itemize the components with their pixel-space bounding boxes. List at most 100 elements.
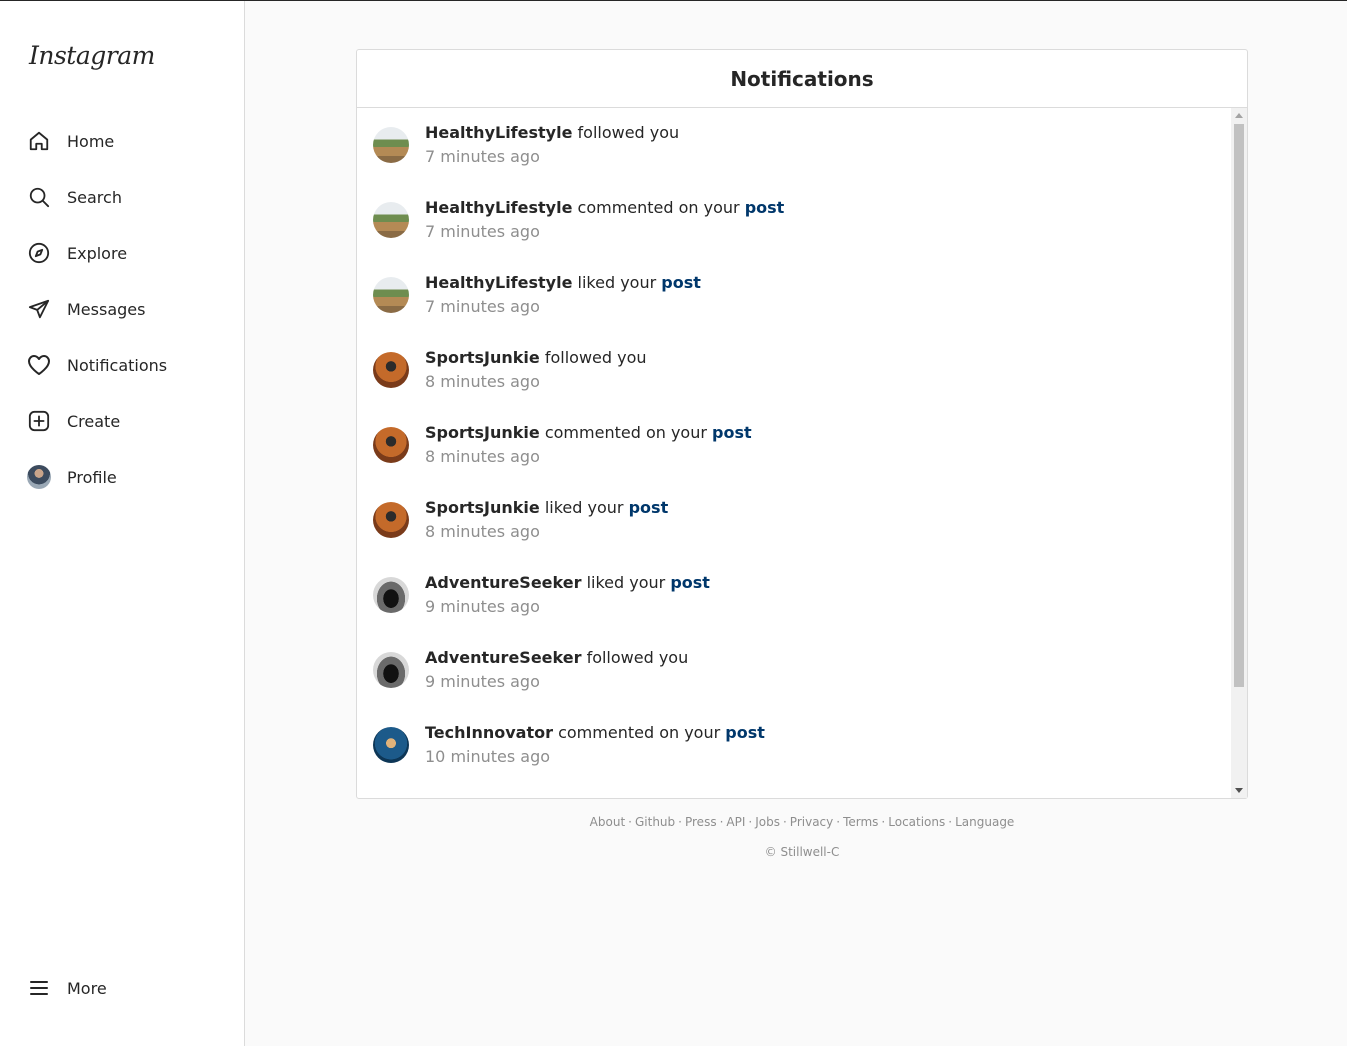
- username-link[interactable]: AdventureSeeker: [425, 648, 581, 667]
- notification-action: liked your: [577, 273, 657, 292]
- notification-time: 9 minutes ago: [425, 597, 540, 616]
- footer-link-github[interactable]: Github: [635, 815, 675, 829]
- footer-link-press[interactable]: Press: [685, 815, 717, 829]
- sidebar: Instagram Home Search Explore Messages N…: [0, 1, 245, 1046]
- post-link[interactable]: post: [670, 573, 710, 592]
- notification-action: commented on your: [544, 423, 707, 442]
- list-item[interactable]: HealthyLifestyle liked your post 7 minut…: [373, 265, 1223, 325]
- sidebar-item-explore[interactable]: Explore: [0, 225, 244, 281]
- username-link[interactable]: HealthyLifestyle: [425, 123, 572, 142]
- footer-separator: ·: [719, 815, 724, 829]
- footer-link-locations[interactable]: Locations: [888, 815, 945, 829]
- notification-time: 8 minutes ago: [425, 372, 540, 391]
- username-link[interactable]: SportsJunkie: [425, 423, 540, 442]
- notification-time: 8 minutes ago: [425, 447, 540, 466]
- username-link[interactable]: HealthyLifestyle: [425, 273, 572, 292]
- notification-text: SportsJunkie followed you: [425, 346, 647, 370]
- username-link[interactable]: SportsJunkie: [425, 348, 540, 367]
- notification-action: liked your: [586, 573, 666, 592]
- post-link[interactable]: post: [712, 423, 752, 442]
- list-item[interactable]: AdventureSeeker followed you 9 minutes a…: [373, 640, 1223, 700]
- notification-action: followed you: [577, 123, 680, 142]
- avatar[interactable]: [373, 652, 409, 688]
- avatar: [27, 465, 51, 489]
- avatar[interactable]: [373, 127, 409, 163]
- list-item[interactable]: SportsJunkie followed you 8 minutes ago: [373, 340, 1223, 400]
- sidebar-item-create[interactable]: Create: [0, 393, 244, 449]
- instagram-logo[interactable]: Instagram: [29, 41, 155, 70]
- notification-time: 7 minutes ago: [425, 147, 540, 166]
- list-item[interactable]: AdventureSeeker liked your post 9 minute…: [373, 565, 1223, 625]
- notification-action: followed you: [586, 648, 689, 667]
- notification-time: 10 minutes ago: [425, 747, 551, 766]
- notifications-card: Notifications HealthyLifestyle followed …: [356, 49, 1248, 799]
- avatar[interactable]: [373, 277, 409, 313]
- username-link[interactable]: TechInnovator: [425, 723, 553, 742]
- footer-separator: ·: [836, 815, 841, 829]
- more-menu: More: [0, 960, 244, 1016]
- avatar[interactable]: [373, 427, 409, 463]
- sidebar-item-more[interactable]: More: [0, 960, 244, 1016]
- post-link[interactable]: post: [661, 273, 701, 292]
- footer-separator: ·: [881, 815, 886, 829]
- sidebar-item-label: More: [67, 978, 107, 998]
- scrollbar-thumb[interactable]: [1234, 124, 1244, 687]
- list-item[interactable]: SportsJunkie liked your post 8 minutes a…: [373, 490, 1223, 550]
- post-link[interactable]: post: [629, 498, 669, 517]
- scrollbar[interactable]: [1231, 108, 1247, 798]
- sidebar-item-label: Messages: [67, 299, 146, 319]
- page-title: Notifications: [730, 66, 874, 91]
- notifications-list[interactable]: HealthyLifestyle followed you 7 minutes …: [357, 108, 1231, 798]
- sidebar-item-search[interactable]: Search: [0, 169, 244, 225]
- notification-time: 8 minutes ago: [425, 522, 540, 541]
- avatar[interactable]: [373, 352, 409, 388]
- username-link[interactable]: AdventureSeeker: [425, 573, 581, 592]
- footer-link-privacy[interactable]: Privacy: [790, 815, 833, 829]
- list-item[interactable]: TechInnovator commented on your post 10 …: [373, 715, 1223, 775]
- scroll-down-arrow-icon[interactable]: [1235, 788, 1243, 793]
- sidebar-item-messages[interactable]: Messages: [0, 281, 244, 337]
- notification-time: 9 minutes ago: [425, 672, 540, 691]
- footer-separator: ·: [678, 815, 682, 829]
- footer-link-api[interactable]: API: [726, 815, 745, 829]
- post-link[interactable]: post: [725, 723, 765, 742]
- footer-link-terms[interactable]: Terms: [843, 815, 878, 829]
- sidebar-item-home[interactable]: Home: [0, 113, 244, 169]
- scroll-up-arrow-icon[interactable]: [1235, 113, 1243, 118]
- list-item[interactable]: SportsJunkie commented on your post 8 mi…: [373, 415, 1223, 475]
- compass-icon: [27, 241, 51, 265]
- post-link[interactable]: post: [745, 198, 785, 217]
- notification-action: liked your: [544, 498, 624, 517]
- footer-separator: ·: [948, 815, 953, 829]
- sidebar-item-label: Notifications: [67, 355, 168, 375]
- avatar[interactable]: [373, 577, 409, 613]
- footer-link-language[interactable]: Language: [955, 815, 1014, 829]
- search-icon: [27, 185, 51, 209]
- sidebar-item-label: Create: [67, 411, 121, 431]
- footer-link-about[interactable]: About: [590, 815, 625, 829]
- avatar[interactable]: [373, 727, 409, 763]
- heart-icon: [27, 353, 51, 377]
- username-link[interactable]: SportsJunkie: [425, 498, 540, 517]
- notification-text: SportsJunkie liked your post: [425, 496, 668, 520]
- notification-action: followed you: [544, 348, 647, 367]
- list-item[interactable]: HealthyLifestyle followed you 7 minutes …: [373, 115, 1223, 175]
- paper-plane-icon: [27, 297, 51, 321]
- notification-action: commented on your: [577, 198, 740, 217]
- username-link[interactable]: HealthyLifestyle: [425, 198, 572, 217]
- list-item[interactable]: HealthyLifestyle commented on your post …: [373, 190, 1223, 250]
- sidebar-item-profile[interactable]: Profile: [0, 449, 244, 505]
- footer-separator: ·: [748, 815, 753, 829]
- footer-separator: ·: [782, 815, 787, 829]
- notification-text: HealthyLifestyle commented on your post: [425, 196, 784, 220]
- avatar[interactable]: [373, 502, 409, 538]
- copyright: © Stillwell-C: [764, 845, 840, 859]
- notifications-header: Notifications: [357, 50, 1247, 108]
- footer-link-jobs[interactable]: Jobs: [755, 815, 780, 829]
- sidebar-item-notifications[interactable]: Notifications: [0, 337, 244, 393]
- profile-avatar: [27, 465, 51, 489]
- notification-text: HealthyLifestyle liked your post: [425, 271, 701, 295]
- avatar[interactable]: [373, 202, 409, 238]
- footer-links: About · Github · Press · API · Jobs · Privacy…: [356, 815, 1248, 829]
- sidebar-item-label: Explore: [67, 243, 128, 263]
